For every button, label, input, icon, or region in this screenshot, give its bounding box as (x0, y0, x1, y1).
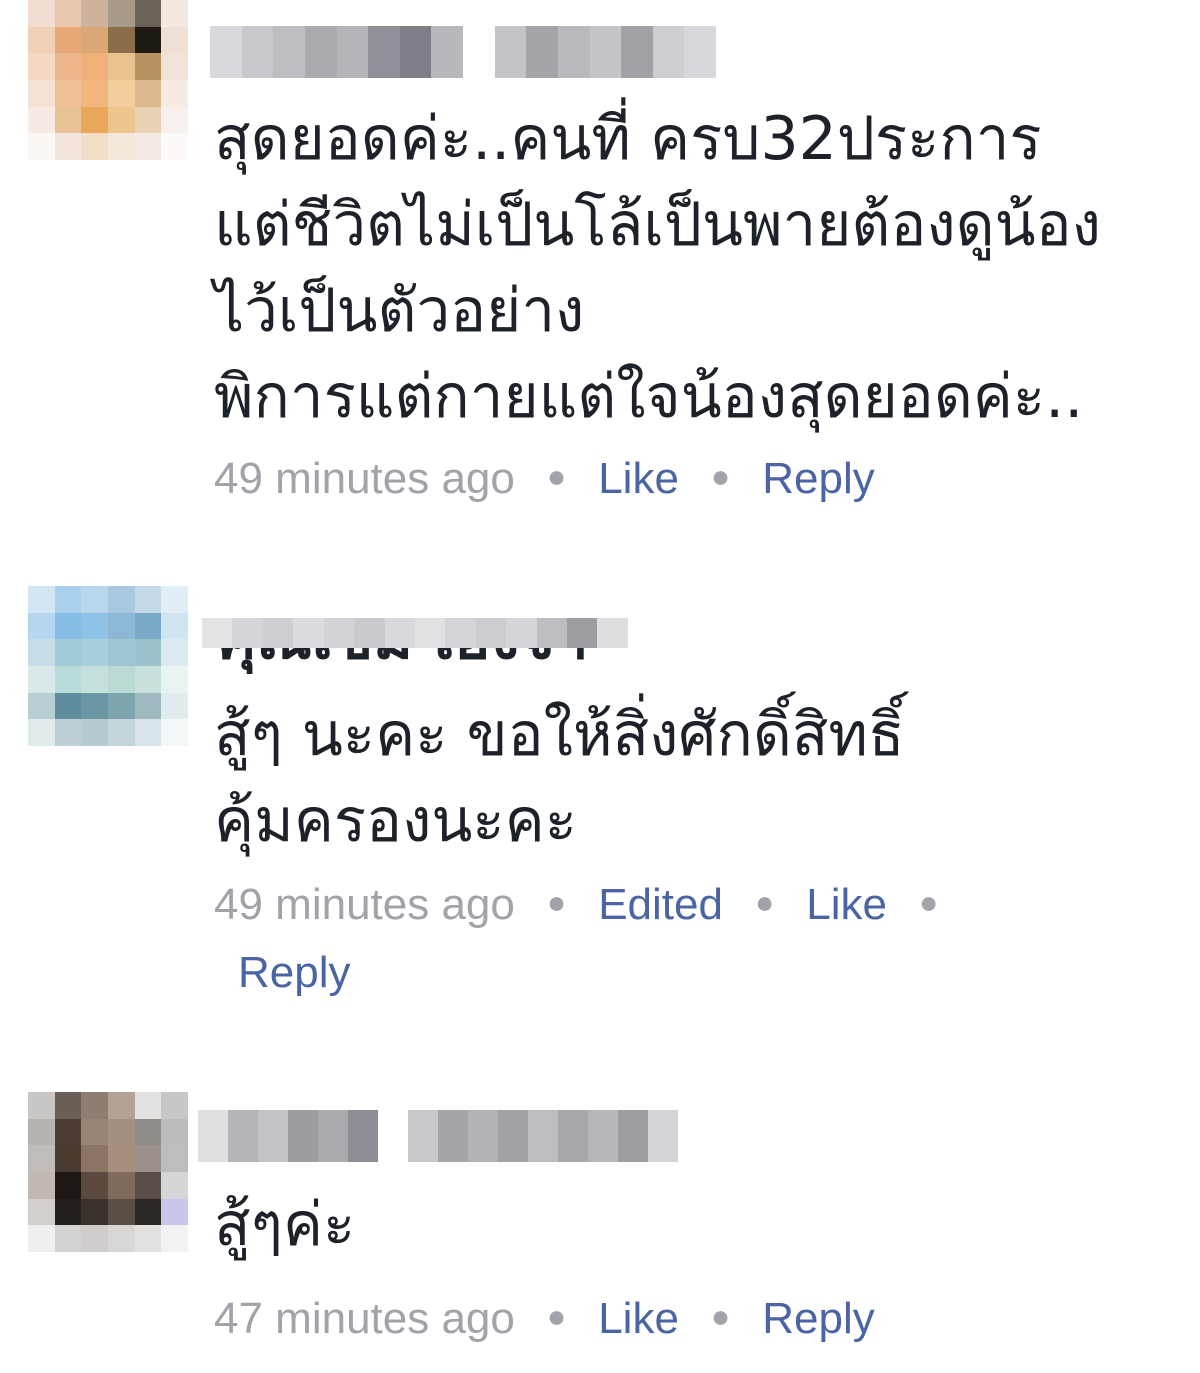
commenter-name-blur (202, 618, 628, 648)
commenter-avatar[interactable] (28, 586, 188, 746)
comment-body: สุดยอดค่ะ..คนที่ ครบ32ประการ แต่ชีวิตไม่… (214, 104, 1101, 432)
separator-dot-icon: ● (546, 884, 567, 920)
comment-body: สู้ๆ นะคะ ขอให้สิ่งศักดิ์สิทธิ์ คุ้มครอง… (214, 700, 905, 856)
separator-dot-icon: ● (546, 458, 567, 494)
separator-dot-icon: ● (710, 1298, 731, 1334)
separator-dot-icon: ● (710, 458, 731, 494)
like-button[interactable]: Like (806, 880, 887, 929)
like-button[interactable]: Like (598, 1294, 679, 1343)
separator-dot-icon: ● (754, 884, 775, 920)
comment-timestamp[interactable]: 49 minutes ago (214, 454, 515, 503)
like-button[interactable]: Like (598, 454, 679, 503)
comment-timestamp[interactable]: 47 minutes ago (214, 1294, 515, 1343)
comment-body: สู้ๆค่ะ (214, 1190, 356, 1260)
commenter-name[interactable] (210, 26, 716, 78)
comment-meta: 49 minutes ago ● Like ● Reply (214, 442, 1174, 513)
comment-meta: 49 minutes ago ● Edited ● Like ● Reply (214, 868, 1174, 1007)
commenter-avatar[interactable] (28, 1092, 188, 1252)
separator-dot-icon: ● (546, 1298, 567, 1334)
edited-label[interactable]: Edited (598, 880, 723, 929)
commenter-avatar[interactable] (28, 0, 188, 160)
comment-meta: 47 minutes ago ● Like ● Reply (214, 1282, 1174, 1353)
separator-dot-icon: ● (919, 884, 939, 920)
comment-timestamp[interactable]: 49 minutes ago (214, 880, 515, 929)
commenter-name[interactable] (198, 1110, 678, 1162)
reply-button[interactable]: Reply (762, 1294, 875, 1343)
reply-button[interactable]: Reply (762, 454, 875, 503)
reply-button[interactable]: Reply (238, 948, 351, 997)
